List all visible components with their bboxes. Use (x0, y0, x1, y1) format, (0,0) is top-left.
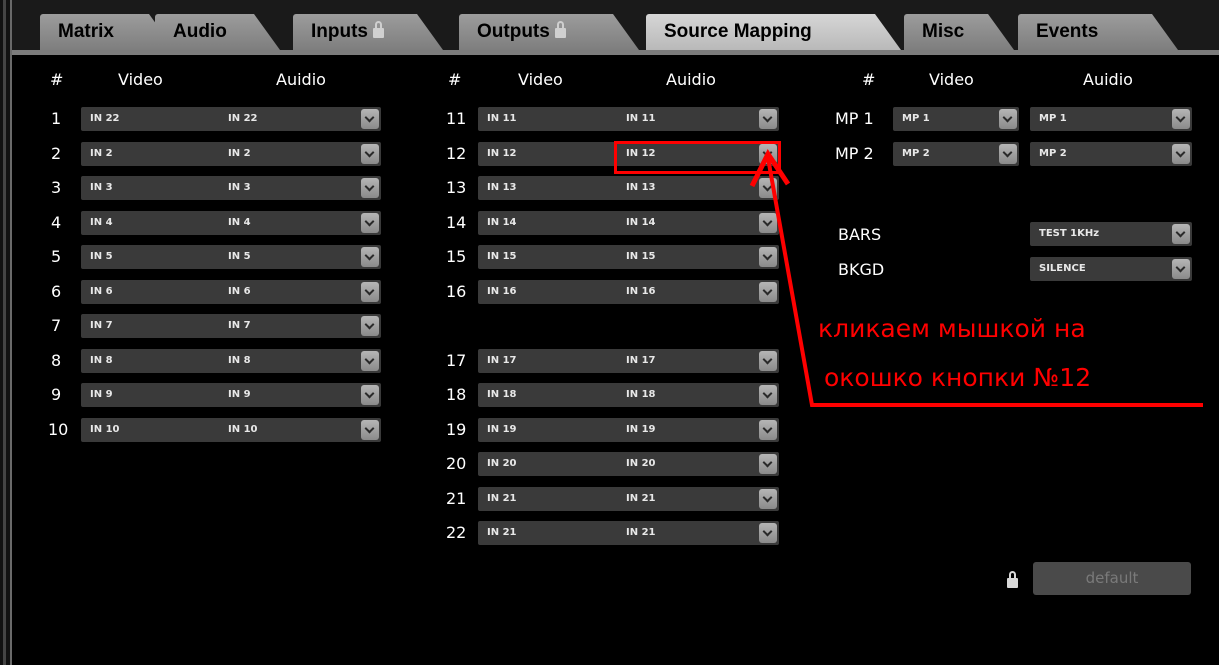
default-button[interactable]: default (1033, 562, 1191, 595)
tab-outputs[interactable]: Outputs (459, 14, 639, 50)
tab-inputs[interactable]: Inputs (293, 14, 443, 50)
tab-events[interactable]: Events (1018, 14, 1178, 50)
tab-label: Source Mapping (664, 21, 812, 42)
tab-label: Misc (922, 21, 965, 42)
app-window: Matrix Audio Inputs Outputs Source Mappi… (0, 0, 1219, 665)
annotation-text-line2: окошко кнопки №12 (824, 363, 1092, 392)
lock-icon (555, 28, 566, 38)
annotation-text-line1: кликаем мышкой на (818, 314, 1086, 343)
tab-label: Events (1036, 21, 1099, 42)
unlock-icon[interactable] (1007, 571, 1018, 591)
tab-source-mapping[interactable]: Source Mapping (646, 14, 901, 50)
tab-label: Inputs (311, 21, 368, 42)
lock-icon (373, 28, 384, 38)
tab-label: Outputs (477, 21, 550, 42)
tab-label: Matrix (58, 21, 114, 42)
tab-label: Audio (173, 21, 227, 42)
